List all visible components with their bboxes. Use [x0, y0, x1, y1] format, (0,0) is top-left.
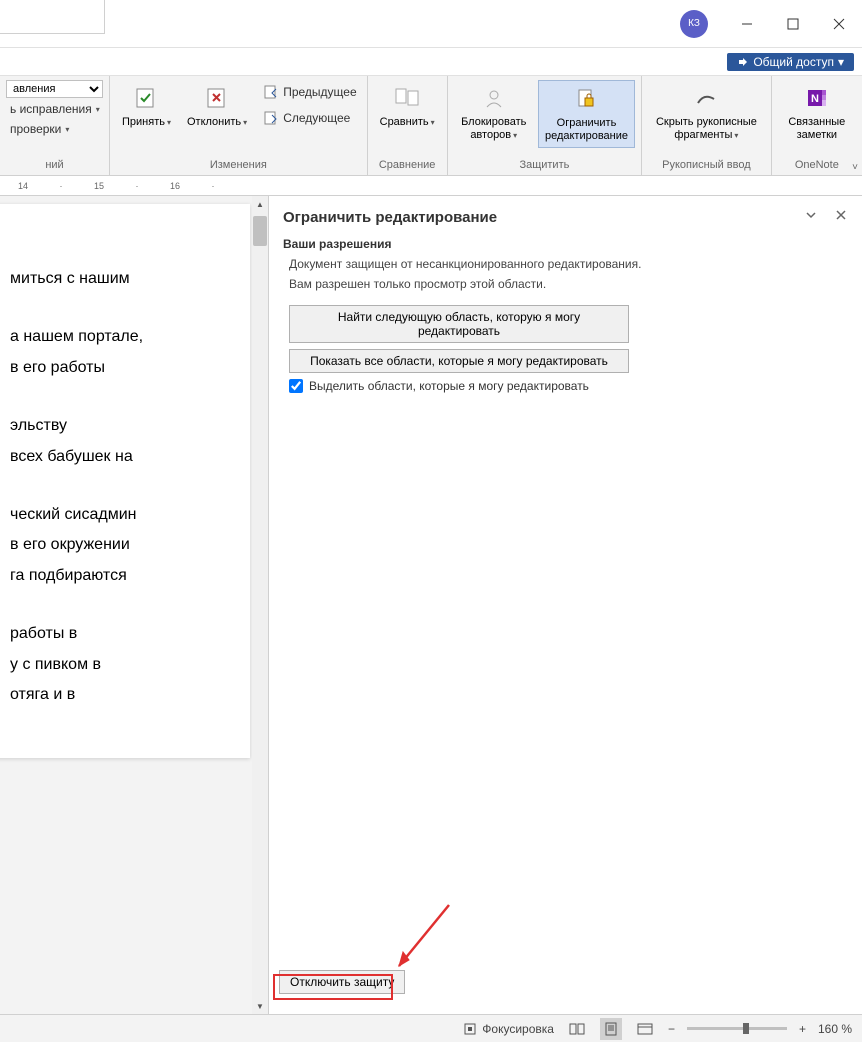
highlight-checkbox-input[interactable]	[289, 379, 303, 393]
web-layout-view[interactable]	[634, 1018, 656, 1040]
share-label: Общий доступ	[753, 55, 834, 69]
show-all-regions-button[interactable]: Показать все области, которые я могу ред…	[289, 349, 629, 373]
permissions-section-title: Ваши разрешения	[283, 237, 848, 251]
find-next-region-button[interactable]: Найти следующую область, которую я могу …	[289, 305, 629, 343]
user-avatar[interactable]: КЗ	[680, 10, 708, 38]
highlight-regions-checkbox[interactable]: Выделить области, которые я могу редакти…	[289, 379, 848, 393]
compare-button[interactable]: Сравнить	[374, 80, 441, 133]
compare-group-label: Сравнение	[374, 159, 441, 173]
doc-text: эльствувсех бабушек на	[10, 411, 230, 472]
next-change-button[interactable]: Следующее	[257, 106, 360, 130]
restrict-editing-pane: Ограничить редактирование Ваши разрешени…	[268, 196, 862, 1014]
ink-group-label: Рукописный ввод	[648, 159, 765, 173]
onenote-button[interactable]: N Связанные заметки	[778, 80, 856, 146]
share-icon	[737, 56, 749, 68]
print-layout-view[interactable]	[600, 1018, 622, 1040]
zoom-in-button[interactable]: +	[799, 1022, 806, 1036]
chevron-down-icon: ▾	[838, 55, 844, 69]
annotation-arrow	[389, 900, 469, 980]
ribbon-tab-row: Общий доступ ▾	[0, 48, 862, 76]
restrict-icon	[572, 85, 600, 113]
share-button[interactable]: Общий доступ ▾	[727, 53, 854, 71]
onenote-group-label: OneNote	[778, 159, 856, 173]
scroll-up-arrow[interactable]: ▲	[252, 196, 268, 212]
maximize-button[interactable]	[770, 0, 816, 48]
zoom-slider[interactable]	[687, 1027, 787, 1030]
statusbar: Фокусировка − + 160 %	[0, 1014, 862, 1042]
markup-dropdown[interactable]: авления	[6, 80, 103, 98]
permissions-text: Вам разрешен только просмотр этой област…	[289, 275, 848, 293]
next-icon	[261, 108, 281, 128]
pane-title: Ограничить редактирование	[283, 209, 497, 226]
doc-text: миться с нашим	[10, 264, 230, 294]
reviewing-pane-item[interactable]: проверки	[6, 120, 103, 138]
doc-text: ческий сисадминв его окружениига подбира…	[10, 500, 230, 591]
restrict-editing-button[interactable]: Ограничить редактирование	[538, 80, 635, 148]
zoom-slider-thumb[interactable]	[743, 1023, 749, 1034]
reject-button[interactable]: Отклонить	[181, 80, 253, 133]
read-mode-view[interactable]	[566, 1018, 588, 1040]
accept-icon	[132, 84, 160, 112]
minimize-button[interactable]	[724, 0, 770, 48]
svg-text:N: N	[811, 93, 819, 105]
reject-icon	[203, 84, 231, 112]
pane-close-button[interactable]	[834, 208, 848, 227]
scroll-down-arrow[interactable]: ▼	[252, 998, 268, 1014]
accept-button[interactable]: Принять	[116, 80, 177, 133]
doc-text: а нашем портале,в его работы	[10, 322, 230, 383]
focus-mode-button[interactable]: Фокусировка	[462, 1021, 554, 1037]
horizontal-ruler[interactable]: 14 · 15 · 16 ·	[0, 176, 862, 196]
stop-protection-button[interactable]: Отключить защиту	[279, 970, 405, 994]
focus-icon	[462, 1021, 478, 1037]
previous-icon	[261, 82, 281, 102]
changes-group-label: Изменения	[116, 159, 361, 173]
block-authors-button: Блокировать авторов	[454, 80, 534, 146]
ribbon: авления ь исправления проверки ний Приня…	[0, 76, 862, 176]
zoom-level[interactable]: 160 %	[818, 1022, 852, 1036]
protect-group-label: Защитить	[454, 159, 635, 173]
previous-change-button[interactable]: Предыдущее	[257, 80, 360, 104]
document-page[interactable]: миться с нашим а нашем портале,в его раб…	[0, 204, 250, 758]
document-area[interactable]: миться с нашим а нашем портале,в его раб…	[0, 196, 268, 1014]
titlebar: КЗ	[0, 0, 862, 48]
ink-icon	[692, 84, 720, 112]
close-button[interactable]	[816, 0, 862, 48]
zoom-out-button[interactable]: −	[668, 1022, 675, 1036]
onenote-icon: N	[803, 84, 831, 112]
doc-text: работы ву с пивком вотяга и в	[10, 619, 230, 710]
pane-dropdown-button[interactable]	[804, 208, 818, 227]
tracking-group-label: ний	[6, 159, 103, 173]
collapse-ribbon-button[interactable]: ˅	[852, 162, 858, 173]
permissions-text: Документ защищен от несанкционированного…	[289, 255, 848, 273]
vertical-scrollbar[interactable]: ▲ ▼	[252, 196, 268, 1014]
show-markup-item[interactable]: ь исправления	[6, 100, 103, 118]
block-authors-icon	[480, 84, 508, 112]
compare-icon	[393, 84, 421, 112]
title-box	[0, 0, 105, 34]
scroll-thumb[interactable]	[253, 216, 267, 246]
hide-ink-button[interactable]: Скрыть рукописные фрагменты	[648, 80, 765, 146]
